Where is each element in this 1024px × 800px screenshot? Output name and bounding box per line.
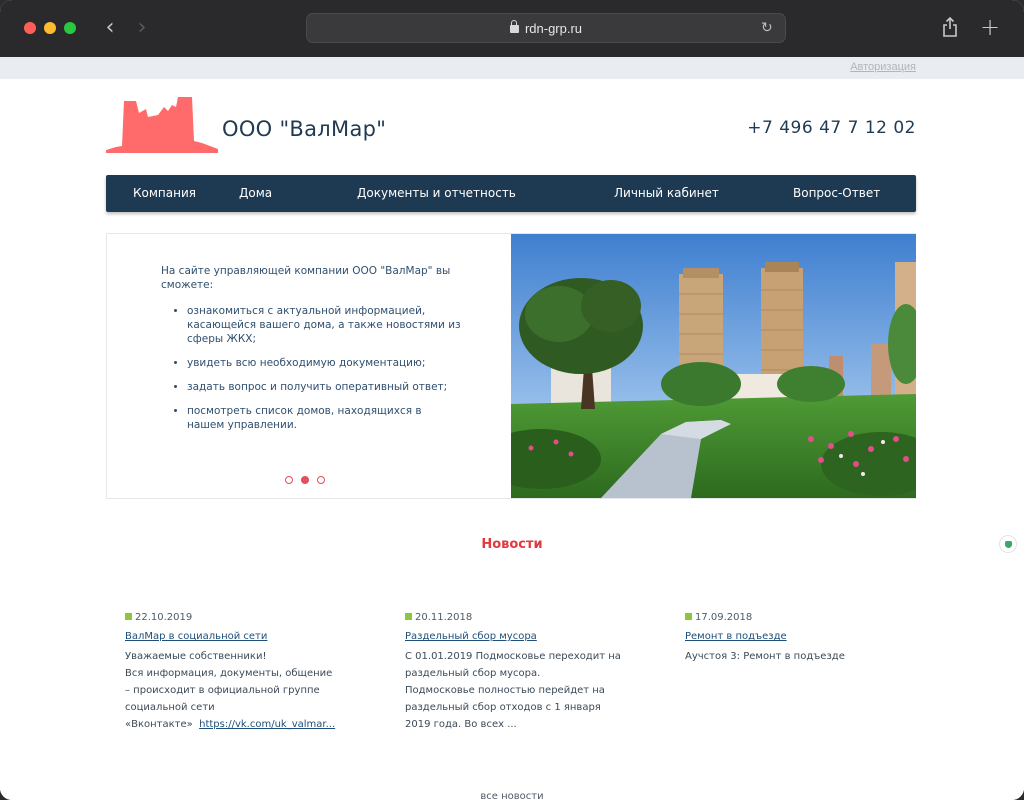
main-nav: Компания Дома Документы и отчетность Лич…	[106, 175, 916, 212]
reload-icon[interactable]: ↻	[761, 20, 777, 36]
news-date: 20.11.2018	[405, 611, 625, 625]
web-page: Авторизация ООО "ВалМар" +7 496 47 7 12 …	[0, 57, 1024, 800]
news-body: С 01.01.2019 Подмосковье переходит на ра…	[405, 648, 625, 733]
back-arrow-icon[interactable]: ‹	[100, 14, 120, 42]
news-body-line: – происходит в официальной группе	[125, 685, 320, 696]
hero-bullet: увидеть всю необходимую документацию;	[187, 356, 461, 370]
news-body-prefix: «Вконтакте»	[125, 719, 200, 730]
news-item: 22.10.2019 ВалМар в социальной сети Уваж…	[125, 611, 345, 733]
address-bar[interactable]: rdn-grp.ru ↻	[306, 13, 786, 43]
lock-icon	[509, 20, 519, 33]
nav-item-faq[interactable]: Вопрос-Ответ	[793, 175, 880, 212]
nav-item-company[interactable]: Компания	[133, 175, 196, 212]
browser-window: ‹ › rdn-grp.ru ↻ + Авторизация ООО "ВалМ…	[0, 0, 1024, 800]
browser-toolbar: ‹ › rdn-grp.ru ↻ +	[0, 0, 1024, 57]
nav-item-account[interactable]: Личный кабинет	[614, 175, 719, 212]
nav-item-houses[interactable]: Дома	[239, 175, 272, 212]
nav-item-documents[interactable]: Документы и отчетность	[357, 175, 516, 212]
news-body-line: социальной сети	[125, 702, 215, 713]
news-body-line: С 01.01.2019 Подмосковье переходит на	[405, 651, 621, 662]
new-tab-icon[interactable]: +	[980, 14, 1000, 40]
hero-bullet: задать вопрос и получить оперативный отв…	[187, 380, 461, 394]
date-marker-icon	[405, 613, 412, 620]
all-news-link[interactable]: все новости	[0, 791, 1024, 800]
news-link[interactable]: Раздельный сбор мусора	[405, 631, 625, 642]
company-logo[interactable]	[106, 95, 218, 153]
share-icon[interactable]	[941, 16, 959, 38]
news-section-title: Новости	[481, 537, 543, 552]
company-name: ООО "ВалМар"	[222, 117, 387, 141]
hero-text: На сайте управляющей компании ООО "ВалМа…	[161, 264, 461, 442]
shield-badge-icon[interactable]	[999, 535, 1017, 553]
slider-dot-1[interactable]	[285, 476, 293, 484]
vk-link[interactable]: https://vk.com/uk_valmar...	[199, 719, 335, 730]
date-marker-icon	[685, 613, 692, 620]
forward-arrow-icon[interactable]: ›	[132, 14, 152, 42]
hero-bullet: ознакомиться с актуальной информацией, к…	[187, 304, 461, 346]
top-strip: Авторизация	[0, 57, 1024, 79]
slider-dot-2[interactable]	[301, 476, 309, 484]
news-date-text: 17.09.2018	[695, 612, 753, 623]
news-item: 17.09.2018 Ремонт в подъезде Аучстоя 3: …	[685, 611, 905, 665]
news-body-line: Подмосковье полностью перейдет на	[405, 685, 605, 696]
hero-bullets: ознакомиться с актуальной информацией, к…	[161, 304, 461, 432]
hero-intro: На сайте управляющей компании ООО "ВалМа…	[161, 265, 451, 291]
address-url: rdn-grp.ru	[524, 21, 583, 36]
date-marker-icon	[125, 613, 132, 620]
auth-link[interactable]: Авторизация	[850, 61, 916, 73]
news-date: 17.09.2018	[685, 611, 905, 625]
news-body-line: Уважаемые собственники!	[125, 651, 267, 662]
close-window-button[interactable]	[24, 22, 36, 34]
news-body: Аучстоя 3: Ремонт в подъезде	[685, 648, 905, 665]
news-link[interactable]: Ремонт в подъезде	[685, 631, 905, 642]
hero-bullet: посмотреть список домов, находящихся в н…	[187, 404, 461, 432]
news-date-text: 20.11.2018	[415, 612, 473, 623]
hero-slider: На сайте управляющей компании ООО "ВалМа…	[106, 233, 916, 499]
news-date: 22.10.2019	[125, 611, 345, 625]
news-body: Уважаемые собственники! Вся информация, …	[125, 648, 345, 733]
news-body-line: 2019 года. Во всех ...	[405, 719, 517, 730]
news-item: 20.11.2018 Раздельный сбор мусора С 01.0…	[405, 611, 625, 733]
minimize-window-button[interactable]	[44, 22, 56, 34]
news-body-line: раздельный сбор отходов с 1 января	[405, 702, 601, 713]
news-body-line: Вся информация, документы, общение	[125, 668, 333, 679]
news-date-text: 22.10.2019	[135, 612, 193, 623]
news-body-line: раздельный сбор мусора.	[405, 668, 541, 679]
news-body-line: Аучстоя 3: Ремонт в подъезде	[685, 651, 845, 662]
news-body-line: «Вконтакте» https://vk.com/uk_valmar...	[125, 716, 345, 733]
address-text-wrap: rdn-grp.ru	[307, 14, 785, 44]
slider-dot-3[interactable]	[317, 476, 325, 484]
zoom-window-button[interactable]	[64, 22, 76, 34]
hero-photo-residential-complex	[511, 234, 916, 498]
news-link[interactable]: ВалМар в социальной сети	[125, 631, 345, 642]
phone-number[interactable]: +7 496 47 7 12 02	[747, 118, 916, 138]
